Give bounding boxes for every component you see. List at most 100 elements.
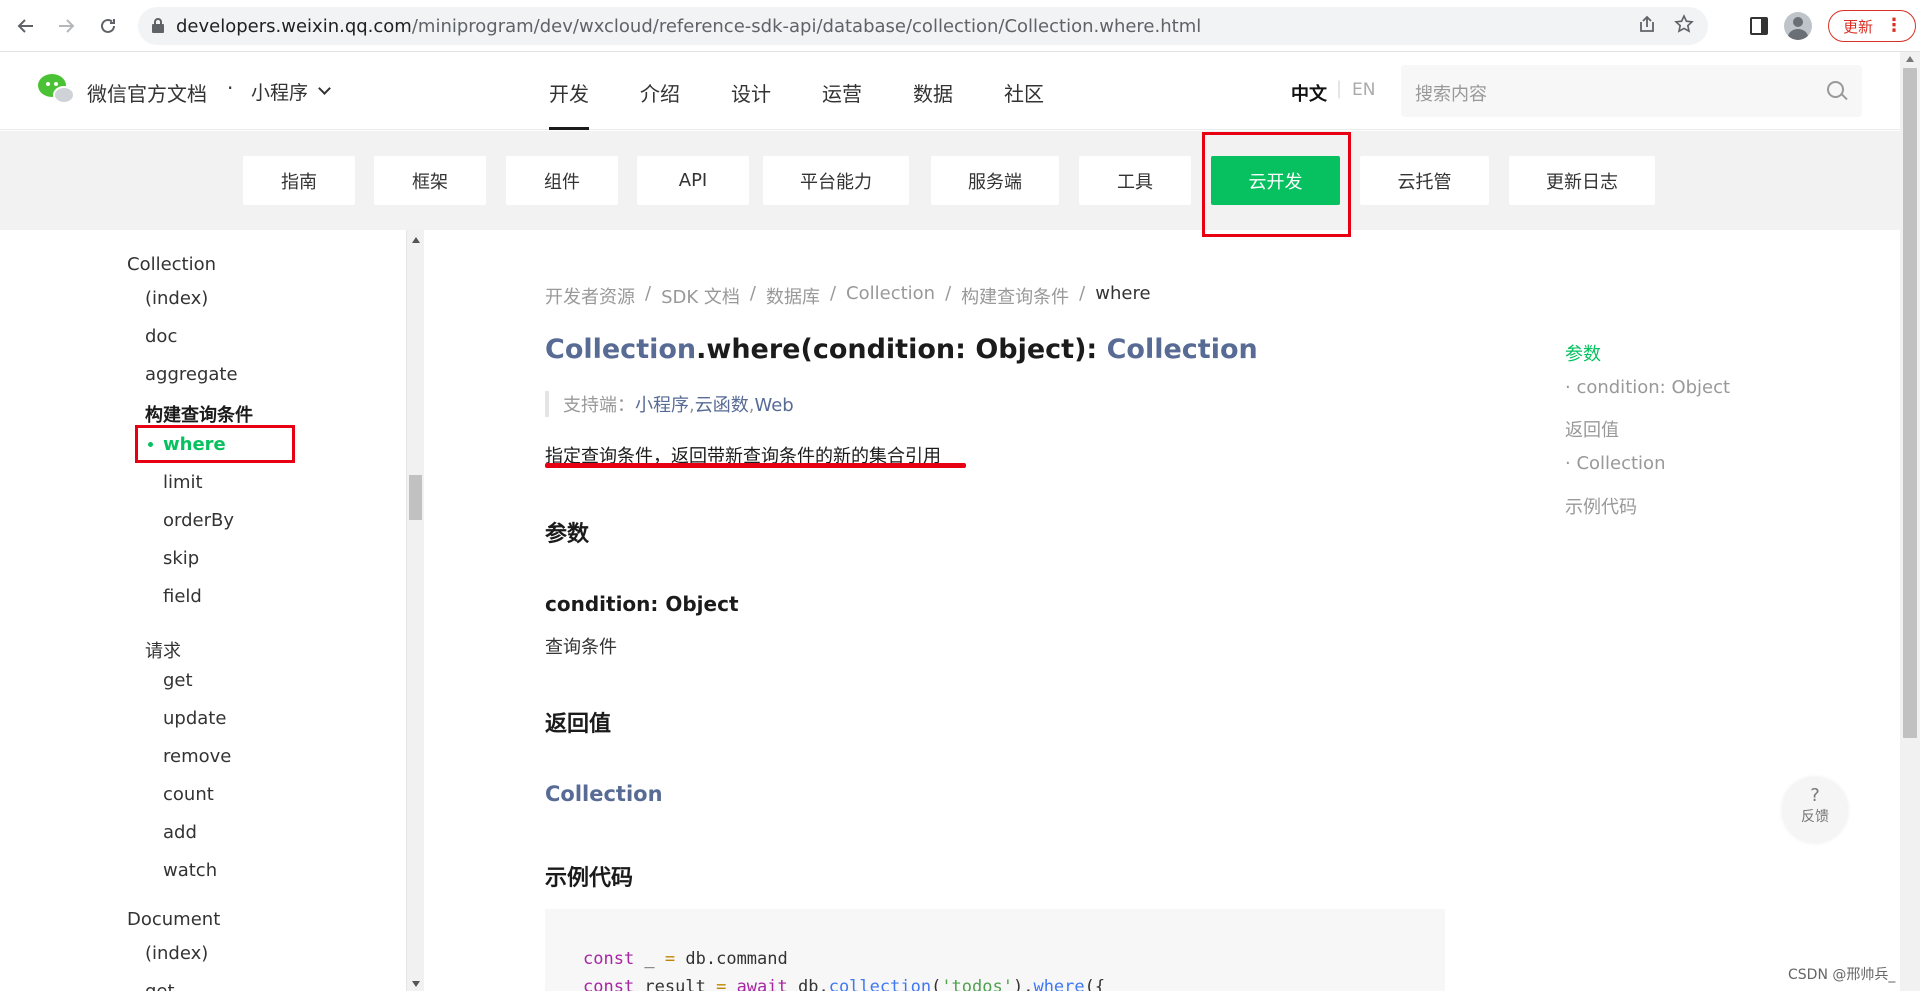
star-icon[interactable] xyxy=(1674,13,1694,39)
reload-icon[interactable] xyxy=(92,10,124,42)
section-heading-example: 示例代码 xyxy=(545,866,634,891)
feedback-button[interactable]: ? 反馈 xyxy=(1782,777,1848,843)
search-icon[interactable] xyxy=(1827,81,1844,98)
brand-separator: · xyxy=(227,76,234,100)
sidebar-item-document-index[interactable]: (index) xyxy=(145,943,208,964)
platform-link-miniprogram[interactable]: 小程序 xyxy=(635,395,689,416)
tab-server[interactable]: 服务端 xyxy=(931,156,1059,205)
breadcrumb-item[interactable]: SDK 文档 xyxy=(661,283,740,309)
tab-guide[interactable]: 指南 xyxy=(243,156,355,205)
chevron-down-icon xyxy=(318,82,331,95)
sidebar-item-limit[interactable]: limit xyxy=(163,472,203,493)
param-name: condition: Object xyxy=(545,592,739,616)
tab-framework[interactable]: 框架 xyxy=(374,156,486,205)
scroll-down-arrow-icon[interactable] xyxy=(412,981,420,987)
sidebar-item-add[interactable]: add xyxy=(163,822,197,843)
nav-operation[interactable]: 运营 xyxy=(822,52,862,130)
code-line: const _ = db.command xyxy=(583,949,788,969)
main-nav: 开发 介绍 设计 运营 数据 社区 xyxy=(549,52,1095,130)
wechat-logo-icon[interactable] xyxy=(38,74,76,106)
sidebar-item-orderby[interactable]: orderBy xyxy=(163,510,234,531)
sidebar-item-collection[interactable]: Collection xyxy=(127,254,216,275)
toc-item-condition[interactable]: · condition: Object xyxy=(1565,377,1730,398)
breadcrumb-item[interactable]: 构建查询条件 xyxy=(961,283,1069,309)
nav-community[interactable]: 社区 xyxy=(1004,52,1044,130)
toc-item-example[interactable]: 示例代码 xyxy=(1565,493,1637,519)
nav-intro[interactable]: 介绍 xyxy=(640,52,680,130)
breadcrumb-separator: / xyxy=(645,283,652,304)
toc-item-collection[interactable]: · Collection xyxy=(1565,453,1665,474)
search-placeholder: 搜索内容 xyxy=(1415,84,1487,105)
page-scrollbar[interactable] xyxy=(1900,52,1920,991)
highlight-underline xyxy=(545,463,966,468)
profile-avatar-icon[interactable] xyxy=(1784,12,1812,40)
breadcrumb-item[interactable]: 数据库 xyxy=(766,283,820,309)
nav-develop[interactable]: 开发 xyxy=(549,52,589,130)
sidebar-item-update[interactable]: update xyxy=(163,708,226,729)
sidebar-item-index[interactable]: (index) xyxy=(145,288,208,309)
url-text[interactable]: developers.weixin.qq.com/miniprogram/dev… xyxy=(176,16,1201,37)
page-title: Collection.where(condition: Object): Col… xyxy=(545,334,1258,365)
highlight-box-cloud-dev xyxy=(1202,132,1351,237)
sidebar-item-doc[interactable]: doc xyxy=(145,326,177,347)
lock-icon xyxy=(152,18,164,33)
section-heading-return: 返回值 xyxy=(545,712,612,737)
lang-divider: | xyxy=(1336,78,1343,99)
supported-platforms: 支持端：小程序,云函数,Web xyxy=(545,391,794,417)
tab-platform[interactable]: 平台能力 xyxy=(763,156,909,205)
sidebar-item-get[interactable]: get xyxy=(163,670,193,691)
scroll-up-arrow-icon[interactable] xyxy=(412,237,420,243)
sidebar-scrollbar[interactable] xyxy=(406,230,424,991)
sidebar-item-document-get[interactable]: get xyxy=(145,981,175,991)
nav-data[interactable]: 数据 xyxy=(913,52,953,130)
platform-link-cloud-function[interactable]: 云函数 xyxy=(695,395,749,416)
search-input[interactable]: 搜索内容 xyxy=(1401,65,1862,117)
breadcrumb-item[interactable]: Collection xyxy=(846,283,935,309)
breadcrumb-item[interactable]: 开发者资源 xyxy=(545,283,635,309)
sidebar-item-count[interactable]: count xyxy=(163,784,214,805)
site-header: 微信官方文档 · 小程序 开发 介绍 设计 运营 数据 社区 中文 | EN 搜… xyxy=(0,52,1900,130)
sidebar-item-remove[interactable]: remove xyxy=(163,746,231,767)
param-description: 查询条件 xyxy=(545,637,617,658)
product-label: 小程序 xyxy=(251,82,309,104)
back-arrow-icon[interactable] xyxy=(10,10,42,42)
sidebar-group-query-conditions[interactable]: 构建查询条件 xyxy=(145,401,253,427)
forward-arrow-icon[interactable] xyxy=(50,10,82,42)
tab-api[interactable]: API xyxy=(637,156,749,205)
address-bar[interactable]: developers.weixin.qq.com/miniprogram/dev… xyxy=(138,7,1708,45)
sidebar: Collection (index) doc aggregate 构建查询条件 … xyxy=(0,230,406,991)
code-line: const result = await db.collection('todo… xyxy=(583,977,1106,991)
sidebar-group-request[interactable]: 请求 xyxy=(145,637,181,663)
side-panel-icon[interactable] xyxy=(1750,17,1768,35)
toc-item-return[interactable]: 返回值 xyxy=(1565,416,1619,442)
return-type-link[interactable]: Collection xyxy=(545,782,663,806)
breadcrumb: 开发者资源 / SDK 文档 / 数据库 / Collection / 构建查询… xyxy=(545,283,1151,309)
tab-components[interactable]: 组件 xyxy=(506,156,618,205)
sidebar-item-field[interactable]: field xyxy=(163,586,202,607)
browser-update-button[interactable]: 更新 ⋮ xyxy=(1828,10,1917,42)
toc-item-params[interactable]: 参数 xyxy=(1565,340,1601,366)
page-scroll-up-icon[interactable] xyxy=(1906,56,1914,62)
lang-en[interactable]: EN xyxy=(1352,80,1375,100)
sidebar-item-skip[interactable]: skip xyxy=(163,548,199,569)
tab-changelog[interactable]: 更新日志 xyxy=(1509,156,1655,205)
sidebar-item-aggregate[interactable]: aggregate xyxy=(145,364,238,385)
site-brand[interactable]: 微信官方文档 xyxy=(87,78,207,107)
sidebar-item-document[interactable]: Document xyxy=(127,909,220,930)
highlight-box-where xyxy=(135,425,295,463)
platform-link-web[interactable]: Web xyxy=(754,395,793,416)
tab-tools[interactable]: 工具 xyxy=(1079,156,1191,205)
breadcrumb-separator: / xyxy=(1079,283,1086,304)
lang-zh[interactable]: 中文 xyxy=(1291,80,1327,106)
product-dropdown[interactable]: 小程序 xyxy=(251,78,331,105)
share-icon[interactable] xyxy=(1638,15,1656,38)
sidebar-scroll-thumb[interactable] xyxy=(409,475,422,520)
breadcrumb-current: where xyxy=(1095,283,1151,304)
page-scroll-thumb[interactable] xyxy=(1903,68,1917,738)
title-class-link[interactable]: Collection xyxy=(545,334,696,365)
title-return-link[interactable]: Collection xyxy=(1107,334,1258,365)
support-label: 支持端： xyxy=(563,395,635,416)
tab-cloud-hosting[interactable]: 云托管 xyxy=(1360,156,1489,205)
sidebar-item-watch[interactable]: watch xyxy=(163,860,217,881)
nav-design[interactable]: 设计 xyxy=(731,52,771,130)
